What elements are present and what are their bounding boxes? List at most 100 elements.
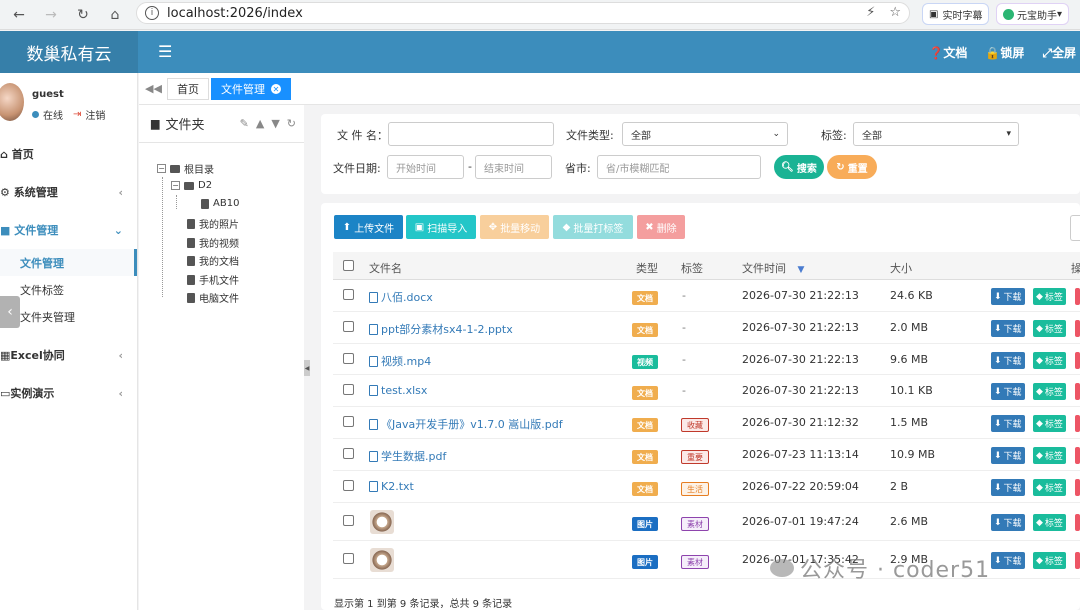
city-input[interactable]: 省/市模糊匹配 <box>597 155 761 179</box>
row-checkbox[interactable] <box>343 515 354 526</box>
address-bar[interactable]: i localhost:2026/index ⚡ ☆ <box>136 2 910 24</box>
reload-icon[interactable]: ↻ <box>70 7 96 23</box>
image-thumbnail[interactable] <box>370 548 394 572</box>
download-button[interactable]: ⬇ 下载 <box>991 415 1025 432</box>
tab-file-manage[interactable]: 文件管理 ✕ <box>211 78 291 100</box>
tag-button[interactable]: ◆ 标签 <box>1033 514 1066 531</box>
tag-button[interactable]: ◆ 标签 <box>1033 320 1066 337</box>
tag-button[interactable]: ◆ 标签 <box>1033 288 1066 305</box>
more-action-button[interactable] <box>1075 288 1080 305</box>
more-action-button[interactable] <box>1075 552 1080 569</box>
row-checkbox[interactable] <box>343 448 354 459</box>
download-button[interactable]: ⬇ 下载 <box>991 514 1025 531</box>
table-row[interactable]: K2.txt 文档 生活 2026-07-22 20:59:04 2 B ⬇ 下载 ◆ 标签 <box>333 471 1080 503</box>
tag-button[interactable]: ◆ 标签 <box>1033 552 1066 569</box>
reset-button[interactable]: ↻ 重置 <box>827 155 877 179</box>
file-name-link[interactable]: 视频.mp4 <box>369 353 431 369</box>
table-row[interactable]: 学生数据.pdf 文档 重要 2026-07-23 11:13:14 10.9 MB ⬇ 下… <box>333 439 1080 471</box>
forward-icon[interactable]: → <box>38 7 64 23</box>
file-name-link[interactable]: 学生数据.pdf <box>369 448 446 464</box>
end-date-input[interactable]: 结束时间 <box>475 155 552 179</box>
edit-icon[interactable]: ✎ <box>240 117 249 130</box>
tree-node-videos[interactable]: 我的视频 <box>187 235 239 250</box>
delete-button[interactable]: ✖ 删除 <box>637 215 685 239</box>
more-action-button[interactable] <box>1075 479 1080 496</box>
file-name-link[interactable]: ppt部分素材sx4-1-2.pptx <box>369 321 513 337</box>
brand-logo[interactable]: 数巢私有云 <box>0 31 138 73</box>
sidebar-item-demo[interactable]: ▭实例演示 ‹ <box>0 374 137 412</box>
start-date-input[interactable]: 开始时间 <box>387 155 464 179</box>
table-row[interactable]: 视频.mp4 视频 - 2026-07-30 21:22:13 9.6 MB ⬇ 下载 ◆ 标签 <box>333 344 1080 375</box>
search-button[interactable]: 🔍︎ 搜索 <box>774 155 824 179</box>
row-checkbox[interactable] <box>343 553 354 564</box>
col-header-type[interactable]: 类型 <box>636 260 658 276</box>
file-name-link[interactable]: 《Java开发手册》v1.7.0 嵩山版.pdf <box>369 416 563 432</box>
tag-button[interactable]: ◆ 标签 <box>1033 352 1066 369</box>
download-button[interactable]: ⬇ 下载 <box>991 479 1025 496</box>
upload-button[interactable]: ⬆ 上传文件 <box>334 215 403 239</box>
tag-button[interactable]: ◆ 标签 <box>1033 479 1066 496</box>
scan-import-button[interactable]: ▣ 扫描导入 <box>406 215 476 239</box>
yuanbao-extension[interactable]: 元宝助手 ▾ <box>996 3 1070 25</box>
download-button[interactable]: ⬇ 下载 <box>991 447 1025 464</box>
tree-node-pc[interactable]: 电脑文件 <box>187 290 239 305</box>
col-header-tag[interactable]: 标签 <box>681 260 703 276</box>
captions-extension[interactable]: ▣ 实时字幕 <box>922 3 990 25</box>
select-all-checkbox[interactable] <box>343 260 354 271</box>
table-row[interactable]: ppt部分素材sx4-1-2.pptx 文档 - 2026-07-30 21:22:1… <box>333 312 1080 344</box>
close-icon[interactable]: ✕ <box>271 84 281 94</box>
refresh-icon[interactable]: ↻ <box>287 117 296 130</box>
filename-input[interactable] <box>388 122 554 146</box>
lock-screen-link[interactable]: 🔒锁屏 <box>985 44 1024 61</box>
download-button[interactable]: ⬇ 下载 <box>991 383 1025 400</box>
splitter-arrow-icon[interactable]: ◀ <box>304 360 310 376</box>
sidebar-item-files[interactable]: ■ 文件管理 ⌄ <box>0 211 137 249</box>
file-name-link[interactable]: test.xlsx <box>369 384 427 397</box>
table-row[interactable]: test.xlsx 文档 - 2026-07-30 21:22:13 10.1 KB ⬇ 下… <box>333 375 1080 407</box>
row-checkbox[interactable] <box>343 416 354 427</box>
tag-button[interactable]: ◆ 标签 <box>1033 415 1066 432</box>
batch-move-button[interactable]: ✥ 批量移动 <box>480 215 549 239</box>
tree-node-root[interactable]: − 根目录 <box>157 161 214 176</box>
translate-icon[interactable]: ⚡ <box>866 5 875 20</box>
tree-node-docs[interactable]: 我的文档 <box>187 253 239 268</box>
sidebar-subitem-file-tags[interactable]: 文件标签 <box>0 276 137 303</box>
collapse-icon[interactable]: − <box>171 181 180 190</box>
info-icon[interactable]: i <box>145 6 159 20</box>
more-action-button[interactable] <box>1075 383 1080 400</box>
more-action-button[interactable] <box>1075 320 1080 337</box>
sidebar-subitem-folder-manage[interactable]: 文件夹管理 <box>0 303 137 330</box>
sidebar-collapse-handle[interactable]: ‹ <box>0 296 20 328</box>
tree-node-phone[interactable]: 手机文件 <box>187 272 239 287</box>
collapse-icon[interactable]: − <box>157 164 166 173</box>
filetype-select[interactable]: 全部 ⌄ <box>622 122 788 146</box>
sidebar-item-excel[interactable]: ▦Excel协同 ‹ <box>0 336 137 374</box>
download-button[interactable]: ⬇ 下载 <box>991 352 1025 369</box>
menu-toggle-icon[interactable]: ☰ <box>158 42 172 61</box>
tab-home[interactable]: 首页 <box>167 78 209 100</box>
more-action-button[interactable] <box>1075 514 1080 531</box>
col-header-time[interactable]: 文件时间 ▼ <box>742 260 804 276</box>
tree-node-ab10[interactable]: AB10 <box>201 198 239 209</box>
table-row[interactable]: 八佰.docx 文档 - 2026-07-30 21:22:13 24.6 KB ⬇ 下载 ◆… <box>333 280 1080 312</box>
home-icon[interactable]: ⌂ <box>102 7 128 23</box>
chevron-up-icon[interactable]: ▲ <box>256 117 264 130</box>
row-checkbox[interactable] <box>343 321 354 332</box>
file-name-link[interactable]: 八佰.docx <box>369 289 433 305</box>
double-chevron-left-icon[interactable]: ◀◀ <box>145 82 162 95</box>
download-button[interactable]: ⬇ 下载 <box>991 552 1025 569</box>
fullscreen-link[interactable]: ⤢全屏 <box>1042 44 1076 61</box>
col-header-name[interactable]: 文件名 <box>369 260 402 276</box>
table-row[interactable]: 《Java开发手册》v1.7.0 嵩山版.pdf 文档 收藏 2026-07-30 2… <box>333 407 1080 439</box>
sidebar-item-system[interactable]: ⚙ 系统管理 ‹ <box>0 173 137 211</box>
row-checkbox[interactable] <box>343 289 354 300</box>
more-action-button[interactable] <box>1075 447 1080 464</box>
more-action-button[interactable] <box>1075 415 1080 432</box>
sidebar-subitem-file-manage[interactable]: 文件管理 <box>0 249 137 276</box>
column-toggle-button[interactable] <box>1070 215 1080 241</box>
docs-link[interactable]: ❓文档 <box>928 44 967 61</box>
row-checkbox[interactable] <box>343 480 354 491</box>
more-action-button[interactable] <box>1075 352 1080 369</box>
tag-button[interactable]: ◆ 标签 <box>1033 447 1066 464</box>
batch-tag-button[interactable]: ◆ 批量打标签 <box>553 215 633 239</box>
